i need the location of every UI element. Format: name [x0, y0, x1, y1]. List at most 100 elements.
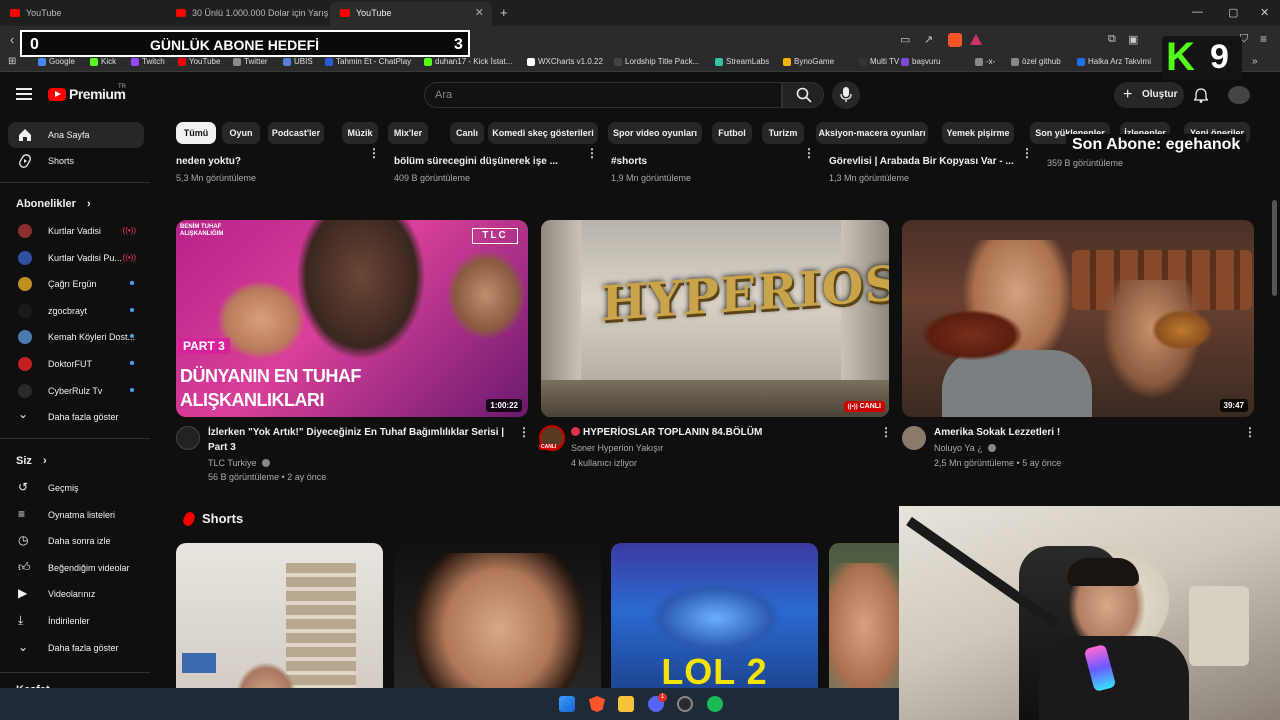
sidebar-item-you[interactable]: ⤓ İndirilenler: [8, 608, 144, 634]
bookmark-item[interactable]: -x-: [975, 57, 995, 66]
bookmark-item[interactable]: StreamLabs: [715, 57, 769, 66]
video-title[interactable]: Görevlisi | Arabada Bir Kopyası Var - ..…: [829, 154, 1034, 169]
video-menu-icon[interactable]: ⋮: [518, 425, 530, 439]
subscriptions-header[interactable]: Abonelikler ›: [16, 198, 91, 210]
new-tab-button[interactable]: +: [500, 5, 508, 20]
sidebar-item-you[interactable]: ↺ Geçmiş: [8, 475, 144, 501]
page-scrollbar-thumb[interactable]: [1272, 200, 1277, 296]
bookmark-item[interactable]: UBIS: [283, 57, 313, 66]
video-title[interactable]: neden yoktu?: [176, 154, 381, 169]
channel-avatar[interactable]: [176, 426, 200, 450]
bookmark-item[interactable]: Google: [38, 57, 75, 66]
channel-name[interactable]: Soner Hyperion Yakışır: [571, 443, 663, 453]
notifications-bell-icon[interactable]: [1194, 88, 1208, 103]
video-title[interactable]: #shorts: [611, 154, 816, 169]
search-input[interactable]: Ara: [424, 82, 782, 108]
filter-chip[interactable]: Canlı: [450, 122, 484, 144]
bookmark-item[interactable]: Multi TV: [859, 57, 899, 66]
bookmark-item[interactable]: Lordship Title Pack...: [614, 57, 699, 66]
bookmark-item[interactable]: Kick: [90, 57, 116, 66]
sidebar-item-you[interactable]: ▶ Videolarınız: [8, 581, 144, 607]
filter-chip[interactable]: Mix'ler: [388, 122, 428, 144]
brave-shield-icon[interactable]: [948, 33, 962, 47]
video-menu-icon[interactable]: ⋮: [368, 146, 380, 160]
bookmark-item[interactable]: BynoGame: [783, 57, 834, 66]
obs-icon[interactable]: [677, 696, 693, 712]
brave-browser-icon[interactable]: [589, 696, 605, 712]
screen-cast-icon[interactable]: ▭: [900, 33, 910, 46]
sidebar-item-subscription[interactable]: Kurtlar Vadisi Pu... ((•)): [8, 245, 144, 271]
channel-name[interactable]: Noluyo Ya ¿: [934, 443, 997, 453]
filter-chip[interactable]: Aksiyon-macera oyunları: [816, 122, 928, 144]
bookmark-item[interactable]: duhan17 - Kick İstat...: [424, 57, 512, 66]
filter-chip[interactable]: Futbol: [712, 122, 752, 144]
video-thumbnail[interactable]: HYPERIOS ((•)) CANLI: [541, 220, 889, 417]
file-explorer-icon[interactable]: [618, 696, 634, 712]
sidebar-item-subscription[interactable]: Kemah Köyleri Dost...: [8, 324, 144, 350]
filter-chip[interactable]: Tümü: [176, 122, 216, 144]
search-button[interactable]: [782, 82, 824, 108]
minimize-icon[interactable]: —: [1192, 6, 1203, 18]
sidebar-item-shorts[interactable]: Shorts: [8, 148, 144, 174]
sidebar-item-you[interactable]: 👍︎ Beğendiğim videolar: [8, 555, 144, 581]
close-window-icon[interactable]: ✕: [1260, 6, 1269, 19]
bookmark-item[interactable]: Twitch: [131, 57, 165, 66]
share-icon[interactable]: ↗: [924, 33, 933, 46]
video-menu-icon[interactable]: ⋮: [1244, 425, 1256, 439]
video-menu-icon[interactable]: ⋮: [586, 146, 598, 160]
bookmark-item[interactable]: Twitter: [233, 57, 268, 66]
filter-chip[interactable]: Müzik: [342, 122, 378, 144]
more-bookmarks-icon[interactable]: »: [1252, 56, 1258, 67]
sidebar-item-you[interactable]: ≡ Oynatma listeleri: [8, 502, 144, 528]
filter-chip[interactable]: Oyun: [222, 122, 260, 144]
video-title[interactable]: İzlerken "Yok Artık!" Diyeceğiniz En Tuh…: [208, 425, 508, 455]
browser-tab-active[interactable]: YouTube ✕: [330, 2, 492, 26]
sidebar-toggle-icon[interactable]: ▣: [1128, 33, 1138, 46]
video-title[interactable]: Amerika Sokak Lezzetleri !: [934, 425, 1234, 441]
sidebar-item-home[interactable]: Ana Sayfa: [8, 122, 144, 148]
filter-chip[interactable]: Spor video oyunları: [608, 122, 702, 144]
sidebar-item-subscription[interactable]: DoktorFUT: [8, 351, 144, 377]
filter-chip[interactable]: Podcast'ler: [268, 122, 324, 144]
video-thumbnail[interactable]: BENİM TUHAF ALIŞKANLIĞIM TLC PART 3 DÜNY…: [176, 220, 528, 417]
video-menu-icon[interactable]: ⋮: [1021, 146, 1033, 160]
sidebar-item-more-subs[interactable]: ⌄ Daha fazla göster: [8, 404, 144, 430]
create-button[interactable]: + Oluştur: [1114, 82, 1184, 108]
browser-tab[interactable]: YouTube: [0, 2, 166, 26]
sidebar-item-subscription[interactable]: zgocbrayt: [8, 298, 144, 324]
apps-grid-icon[interactable]: ⊞: [8, 56, 16, 67]
voice-search-button[interactable]: [832, 81, 860, 109]
video-menu-icon[interactable]: ⋮: [880, 425, 892, 439]
browser-tab[interactable]: 30 Ünlü 1.000.000 Dolar için Yarışıyor: [166, 2, 328, 26]
video-title[interactable]: bölüm sürecegini düşünerek işe ...: [394, 154, 599, 169]
maximize-icon[interactable]: ▢: [1228, 6, 1238, 19]
bookmark-item[interactable]: özel github: [1011, 57, 1061, 66]
menu-icon[interactable]: ≡: [1260, 32, 1267, 46]
filter-chip[interactable]: Yemek pişirme: [942, 122, 1014, 144]
bookmark-item[interactable]: Halka Arz Takvimi: [1077, 57, 1151, 66]
video-thumbnail[interactable]: 39:47: [902, 220, 1254, 417]
filter-chip[interactable]: Komedi skeç gösterileri: [488, 122, 598, 144]
back-icon[interactable]: ‹: [10, 32, 14, 47]
channel-name[interactable]: TLC Turkiye: [208, 458, 271, 468]
channel-avatar[interactable]: [902, 426, 926, 450]
bookmark-item[interactable]: Tahmin Et - ChatPlay: [325, 57, 411, 66]
sidebar-item-subscription[interactable]: Kurtlar Vadisi ((•)): [8, 218, 144, 244]
video-title[interactable]: HYPERİOSLAR TOPLANIN 84.BÖLÜM: [571, 425, 871, 441]
windows-start-icon[interactable]: [559, 696, 575, 712]
sidebar-item-subscription[interactable]: CyberRulz Tv: [8, 378, 144, 404]
youtube-premium-logo[interactable]: Premium TR: [48, 84, 148, 106]
bookmark-item[interactable]: YouTube: [178, 57, 220, 66]
sidebar-item-you[interactable]: ◷ Daha sonra izle: [8, 528, 144, 554]
bookmark-item[interactable]: WXCharts v1.0.22: [527, 57, 603, 66]
spotify-icon[interactable]: [707, 696, 723, 712]
sidebar-item-subscription[interactable]: Çağrı Ergün: [8, 271, 144, 297]
rewards-icon[interactable]: [970, 34, 982, 45]
sidebar-item-you[interactable]: ⌄ Daha fazla göster: [8, 635, 144, 661]
account-avatar[interactable]: [1228, 86, 1250, 104]
video-menu-icon[interactable]: ⋮: [803, 146, 815, 160]
you-header[interactable]: Siz ›: [16, 455, 47, 467]
bookmark-item[interactable]: başvuru: [901, 57, 940, 66]
filter-chip[interactable]: Turizm: [762, 122, 804, 144]
hamburger-menu-icon[interactable]: [16, 88, 32, 100]
